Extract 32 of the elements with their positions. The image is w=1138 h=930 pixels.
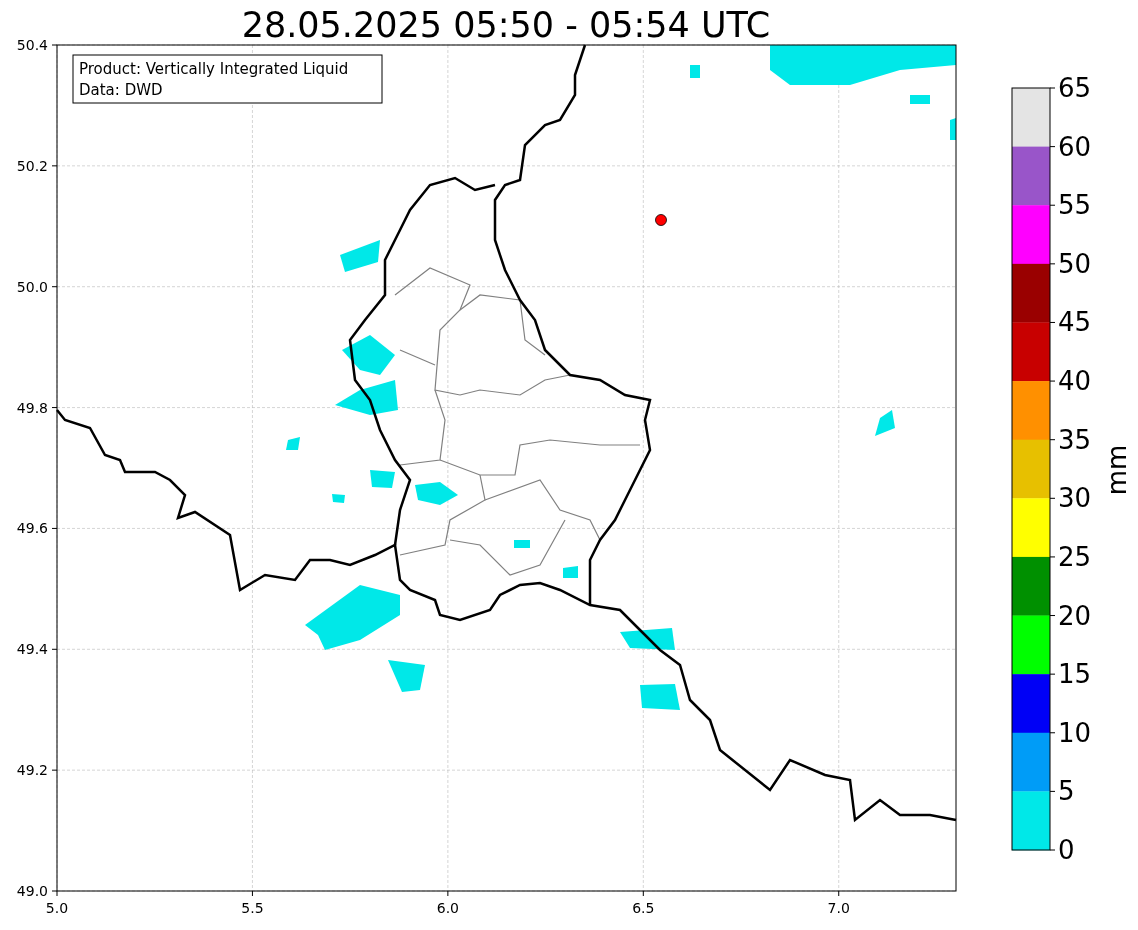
colorbar-tick-label: 60 [1058,131,1092,162]
axis-tick-label: 5.5 [241,900,264,916]
colorbar-tick-label: 50 [1058,248,1092,279]
colorbar-tick-label: 25 [1058,541,1092,572]
info-text: Data: DWD [79,81,163,99]
axis-tick-label: 49.2 [16,762,48,779]
colorbar-tick-label: 65 [1058,73,1092,103]
axis-tick-label: 49.6 [16,520,48,537]
colorbar-tick-label: 35 [1058,424,1092,455]
chart-title: 28.05.2025 05:50 - 05:54 UTC [241,5,771,45]
axis-tick-label: 7.0 [827,900,850,916]
info-text: Product: Vertically Integrated Liquid [79,60,349,78]
colorbar-tick-label: 20 [1058,600,1092,631]
axis-tick-label: 50.0 [16,278,48,295]
axis-tick-label: 49.8 [16,399,48,416]
axis-tick-label: 50.4 [16,37,48,53]
axis-tick-label: 6.0 [436,900,459,916]
axis-tick-label: 49.4 [16,641,48,658]
colorbar-tick-label: 10 [1058,717,1092,748]
colorbar-tick-label: 5 [1058,776,1075,807]
colorbar-tick-label: 15 [1058,659,1092,690]
colorbar-tick-label: 30 [1058,483,1092,514]
colorbar-label: mm [1102,444,1132,496]
location-marker [655,214,667,226]
colorbar-tick-label: 45 [1058,307,1092,338]
axis-tick-label: 6.5 [632,900,655,916]
colorbar-tick-label: 40 [1058,366,1092,397]
axis-tick-label: 5.0 [45,900,69,916]
axis-tick-label: 50.2 [16,157,48,174]
axis-tick-label: 49.0 [16,883,48,899]
colorbar-tick-label: 0 [1058,835,1075,865]
colorbar-tick-label: 55 [1058,190,1092,221]
